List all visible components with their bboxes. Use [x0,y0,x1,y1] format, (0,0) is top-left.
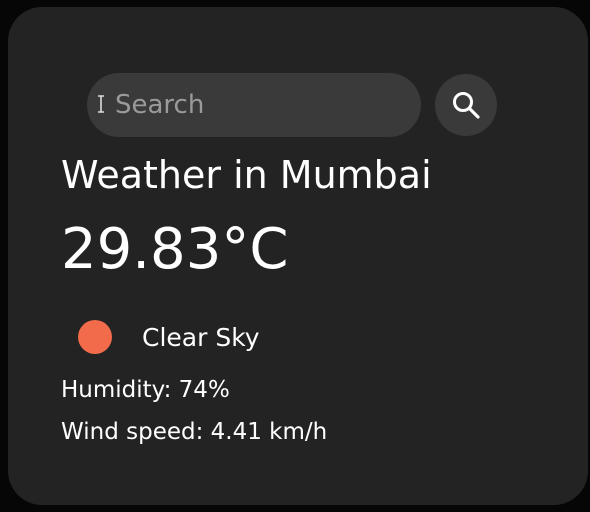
weather-card: Weather in Mumbai 29.83°C Clear Sky Humi… [8,7,588,505]
search-input[interactable] [87,73,421,137]
sun-icon [78,320,112,354]
temperature: 29.83°C [61,217,289,282]
search-bar [87,73,497,137]
text-cursor-icon [98,95,104,113]
city-title: Weather in Mumbai [61,153,432,197]
search-button[interactable] [435,74,497,136]
condition-row: Clear Sky [78,320,260,354]
search-icon [453,92,480,119]
condition-text: Clear Sky [142,322,260,352]
humidity-text: Humidity: 74% [61,377,230,403]
search-field-wrapper [87,73,421,137]
wind-speed-text: Wind speed: 4.41 km/h [61,419,328,445]
